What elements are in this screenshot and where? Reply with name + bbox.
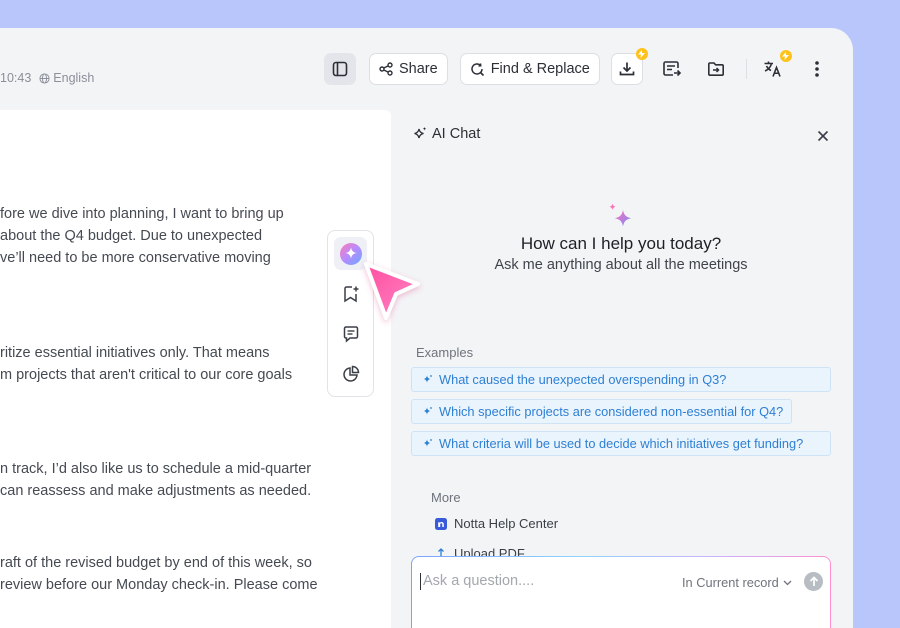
translate-icon bbox=[764, 61, 781, 77]
notta-logo-icon bbox=[435, 517, 447, 530]
app-window: 10:43 English Share Find & Replace fore … bbox=[0, 28, 853, 628]
help-center-link[interactable]: Notta Help Center bbox=[435, 516, 558, 531]
example-question[interactable]: What criteria will be used to decide whi… bbox=[411, 431, 831, 456]
record-meta: 10:43 English bbox=[0, 71, 94, 85]
more-label: More bbox=[431, 490, 461, 505]
scope-dropdown[interactable]: In Current record bbox=[682, 575, 792, 590]
pie-chart-icon bbox=[342, 365, 359, 382]
transcript-line: ve’ll need to be more conservative movin… bbox=[0, 250, 271, 266]
toolbar: Share Find & Replace bbox=[324, 48, 833, 85]
transcript-paragraph: raft of the revised budget by end of thi… bbox=[0, 552, 318, 596]
chat-welcome-subtitle: Ask me anything about all the meetings bbox=[494, 257, 748, 273]
export-icon bbox=[663, 61, 681, 77]
chat-header: AI Chat bbox=[412, 126, 480, 142]
panel-icon bbox=[332, 61, 348, 77]
ai-sparkle-icon bbox=[339, 242, 362, 265]
example-question-text: What criteria will be used to decide whi… bbox=[439, 436, 804, 451]
help-center-label: Notta Help Center bbox=[454, 516, 559, 531]
arrow-up-icon bbox=[809, 576, 818, 586]
example-question[interactable]: Which specific projects are considered n… bbox=[411, 399, 793, 424]
language-label: English bbox=[53, 71, 95, 85]
transcript-line: n track, I’d also like us to schedule a … bbox=[0, 461, 312, 477]
transcript-line: fore we dive into planning, I want to br… bbox=[0, 206, 284, 222]
download-icon bbox=[619, 62, 635, 76]
ai-sparkles-icon bbox=[609, 203, 632, 227]
insights-button[interactable] bbox=[334, 357, 367, 390]
ask-question-box[interactable]: Ask a question.... In Current record bbox=[411, 556, 831, 628]
examples-label: Examples bbox=[416, 345, 474, 360]
sparkle-icon bbox=[423, 439, 432, 447]
share-icon bbox=[379, 62, 393, 76]
sparkle-icon bbox=[423, 407, 432, 415]
transcript-panel: fore we dive into planning, I want to br… bbox=[0, 110, 391, 628]
sidebar-toggle-button[interactable] bbox=[324, 53, 356, 85]
more-options-button[interactable] bbox=[801, 53, 833, 85]
premium-badge-icon bbox=[779, 50, 792, 62]
transcript-line: review before our Monday check-in. Pleas… bbox=[0, 577, 318, 593]
transcript-line: ritize essential initiatives only. That … bbox=[0, 345, 270, 361]
example-question-text: Which specific projects are considered n… bbox=[439, 404, 784, 419]
translate-button[interactable] bbox=[757, 50, 792, 85]
sparkle-icon bbox=[414, 127, 427, 139]
transcript-paragraph: n track, I’d also like us to schedule a … bbox=[0, 458, 311, 502]
globe-icon bbox=[39, 72, 50, 84]
send-button[interactable] bbox=[804, 572, 823, 591]
example-question-text: What caused the unexpected overspending … bbox=[439, 372, 727, 387]
ask-question-input[interactable]: Ask a question.... bbox=[423, 573, 534, 589]
text-caret bbox=[420, 573, 421, 590]
transcript-line: raft of the revised budget by end of thi… bbox=[0, 555, 312, 571]
move-to-folder-button[interactable] bbox=[700, 53, 732, 85]
chevron-down-icon bbox=[783, 580, 792, 585]
find-replace-icon bbox=[471, 62, 484, 76]
language-indicator[interactable]: English bbox=[39, 71, 94, 85]
sparkle-icon bbox=[423, 375, 432, 383]
chat-title: AI Chat bbox=[432, 126, 481, 142]
comment-icon bbox=[343, 325, 358, 343]
record-time: 10:43 bbox=[0, 71, 32, 85]
export-button[interactable] bbox=[656, 53, 688, 85]
chat-welcome-title: How can I help you today? bbox=[520, 234, 722, 253]
find-replace-label: Find & Replace bbox=[490, 61, 590, 77]
ai-chat-panel: AI Chat How can I help you today? Ask me… bbox=[391, 110, 853, 628]
share-button[interactable]: Share bbox=[369, 53, 448, 85]
example-question[interactable]: What caused the unexpected overspending … bbox=[411, 367, 831, 392]
share-label: Share bbox=[399, 61, 438, 77]
pointer-cursor-icon bbox=[364, 262, 420, 320]
toolbar-divider bbox=[745, 59, 747, 79]
more-vertical-icon bbox=[815, 61, 819, 77]
transcript-line: m projects that aren't critical to our c… bbox=[0, 367, 293, 383]
transcript-paragraph: ritize essential initiatives only. That … bbox=[0, 342, 292, 386]
transcript-paragraph: fore we dive into planning, I want to br… bbox=[0, 203, 284, 269]
bookmark-plus-icon bbox=[343, 285, 358, 302]
find-replace-button[interactable]: Find & Replace bbox=[459, 53, 600, 85]
close-icon[interactable] bbox=[815, 128, 831, 144]
download-button[interactable] bbox=[610, 48, 648, 85]
folder-icon bbox=[707, 62, 724, 76]
premium-badge-icon bbox=[635, 48, 648, 60]
transcript-line: about the Q4 budget. Due to unexpected bbox=[0, 228, 263, 244]
transcript-line: can reassess and make adjustments as nee… bbox=[0, 483, 312, 499]
scope-label: In Current record bbox=[682, 575, 779, 590]
